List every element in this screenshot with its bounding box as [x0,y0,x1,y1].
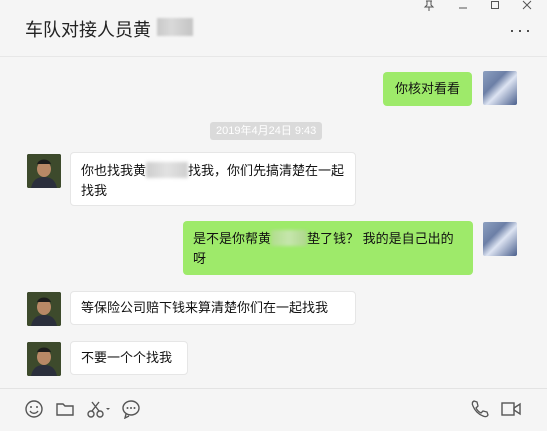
blurred-name-mask [271,230,308,246]
message-text-part-1: 你也找我黄 [81,163,147,178]
message-text: 不要一个个找我 [81,350,173,365]
my-message-bubble[interactable]: 是不是你帮黄 垫了钱？ 我的是自己出的呀 [183,221,473,275]
folder-icon[interactable] [55,399,77,421]
contact-avatar[interactable] [27,292,61,326]
pin-icon[interactable] [423,0,435,16]
contact-message-bubble[interactable]: 你也找我黄 找我，你们先搞清楚在一起找我 [70,152,356,206]
my-message-bubble[interactable]: 你核对看看 [383,72,473,106]
maximize-icon[interactable] [489,0,501,16]
contact-message-bubble[interactable]: 不要一个个找我 [70,341,188,375]
chat-history-icon[interactable] [121,399,143,421]
video-call-icon[interactable] [500,399,522,421]
scissors-icon[interactable] [86,399,114,421]
message-list[interactable]: 你核对看看 2019年4月24日 9:43 你也找我黄 找我，你们先搞清楚在一起找… [0,57,547,387]
blurred-name-mask [157,18,193,36]
message-text-part-1: 是不是你帮黄 [193,231,272,246]
more-options-button[interactable]: ··· [509,20,533,41]
chat-title: 车队对接人员黄 [25,20,151,40]
chat-header: 车队对接人员黄 ··· [0,0,547,57]
close-icon[interactable] [521,0,533,16]
input-toolbar [0,388,547,431]
my-avatar[interactable] [483,71,517,105]
phone-icon[interactable] [470,399,492,421]
contact-message-bubble[interactable]: 等保险公司赔下钱来算清楚你们在一起找我 [70,291,356,325]
minimize-icon[interactable] [457,0,469,16]
contact-avatar[interactable] [27,342,61,376]
my-avatar[interactable] [483,222,517,256]
message-timestamp: 2019年4月24日 9:43 [210,122,323,140]
message-text: 你核对看看 [395,81,461,96]
contact-avatar[interactable] [27,154,61,188]
blurred-name-mask [146,162,189,178]
message-text: 等保险公司赔下钱来算清楚你们在一起找我 [81,300,329,315]
emoji-icon[interactable] [24,399,46,421]
